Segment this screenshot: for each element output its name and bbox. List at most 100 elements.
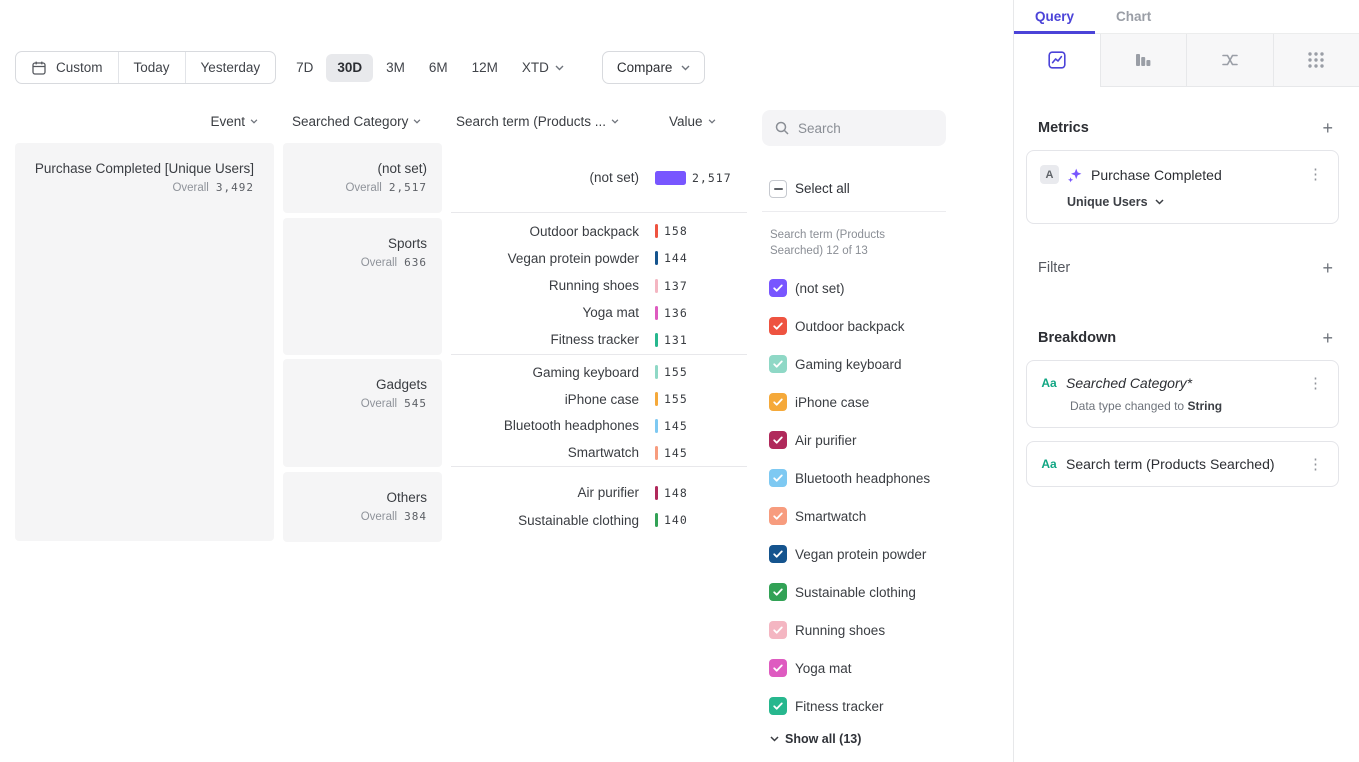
list-item[interactable]: Sustainable clothing	[762, 573, 930, 611]
search-box[interactable]	[762, 110, 946, 146]
checkbox-checked[interactable]	[769, 279, 787, 297]
term-header-label: Search term (Products ...	[456, 114, 606, 129]
checkbox-indeterminate[interactable]	[769, 180, 787, 198]
select-all-row[interactable]: Select all	[762, 166, 946, 212]
tab-insights[interactable]	[1014, 34, 1100, 87]
value-bar[interactable]	[655, 306, 658, 320]
yesterday-button[interactable]: Yesterday	[185, 52, 276, 83]
table-row[interactable]: Bluetooth headphones 145	[451, 413, 747, 440]
list-item[interactable]: Smartwatch	[762, 497, 930, 535]
table-row[interactable]: Yoga mat 136	[451, 299, 747, 326]
counting-method-select[interactable]: Unique Users	[1067, 195, 1164, 209]
table-row[interactable]: Smartwatch 145	[451, 439, 747, 466]
value-bar[interactable]	[655, 251, 658, 265]
range-30d-button[interactable]: 30D	[326, 54, 373, 82]
category-cell-sports[interactable]: Sports Overall636	[283, 218, 442, 355]
value-bar[interactable]	[655, 419, 658, 433]
checkbox-checked[interactable]	[769, 469, 787, 487]
list-item[interactable]: Yoga mat	[762, 649, 930, 687]
add-filter-button[interactable]: +	[1320, 259, 1335, 277]
compare-button[interactable]: Compare	[602, 51, 706, 84]
breakdown-card-search-term[interactable]: Aa Search term (Products Searched) ⋮	[1026, 441, 1339, 487]
table-body: Purchase Completed [Unique Users] Overal…	[15, 143, 747, 542]
value-header-label: Value	[669, 114, 703, 129]
list-item[interactable]: Vegan protein powder	[762, 535, 930, 573]
category-name: Others	[283, 489, 427, 507]
tab-chart[interactable]: Chart	[1095, 0, 1172, 33]
list-item-label: Smartwatch	[795, 509, 866, 524]
table-row[interactable]: iPhone case 155	[451, 386, 747, 413]
category-cell-others[interactable]: Others Overall384	[283, 472, 442, 542]
tab-funnels[interactable]	[1100, 34, 1187, 87]
show-all-button[interactable]: Show all (13)	[770, 732, 861, 746]
column-header-category[interactable]: Searched Category	[283, 110, 442, 132]
table-row[interactable]: Outdoor backpack 158	[451, 218, 747, 245]
list-item[interactable]: Running shoes	[762, 611, 930, 649]
value-bar[interactable]	[655, 333, 658, 347]
value-bar[interactable]	[655, 392, 658, 406]
value-bar[interactable]	[655, 446, 658, 460]
checkbox-checked[interactable]	[769, 355, 787, 373]
range-6m-button[interactable]: 6M	[418, 54, 459, 82]
checkbox-checked[interactable]	[769, 507, 787, 525]
tab-retention[interactable]	[1273, 34, 1359, 87]
breakdown-card-searched-category[interactable]: Aa Searched Category* ⋮ Data type change…	[1026, 360, 1339, 428]
category-cell-not-set[interactable]: (not set) Overall2,517	[283, 143, 442, 213]
insights-chart-icon	[1047, 50, 1067, 70]
table-row[interactable]: Air purifier 148	[451, 479, 747, 507]
checkbox-checked[interactable]	[769, 393, 787, 411]
value-bar[interactable]	[655, 513, 658, 527]
term-group-sports: Outdoor backpack 158 Vegan protein powde…	[451, 218, 747, 355]
table-row[interactable]: (not set) 2,517	[451, 164, 747, 192]
value-bar[interactable]	[655, 279, 658, 293]
more-options-icon[interactable]: ⋮	[1306, 167, 1325, 182]
table-row[interactable]: Sustainable clothing 140	[451, 507, 747, 535]
column-header-value[interactable]: Value	[669, 110, 716, 132]
column-header-event[interactable]: Event	[15, 110, 274, 132]
checkbox-checked[interactable]	[769, 697, 787, 715]
more-options-icon[interactable]: ⋮	[1306, 457, 1325, 472]
list-item[interactable]: Outdoor backpack	[762, 307, 930, 345]
list-item[interactable]: Air purifier	[762, 421, 930, 459]
table-row[interactable]: Gaming keyboard 155	[451, 359, 747, 386]
tab-flows[interactable]	[1186, 34, 1273, 87]
checkbox-checked[interactable]	[769, 659, 787, 677]
range-xtd-button[interactable]: XTD	[511, 54, 575, 82]
add-metric-button[interactable]: +	[1320, 119, 1335, 137]
custom-date-button[interactable]: Custom	[16, 52, 118, 83]
add-breakdown-button[interactable]: +	[1320, 329, 1335, 347]
metric-card[interactable]: A Purchase Completed ⋮ Unique Users	[1026, 150, 1339, 224]
checkbox-checked[interactable]	[769, 545, 787, 563]
list-item[interactable]: (not set)	[762, 269, 930, 307]
table-row[interactable]: Vegan protein powder 144	[451, 245, 747, 272]
table-row[interactable]: Fitness tracker 131	[451, 326, 747, 353]
checkbox-checked[interactable]	[769, 583, 787, 601]
value-bar[interactable]	[655, 171, 686, 185]
column-header-term[interactable]: Search term (Products ... Value	[451, 110, 747, 132]
event-cell[interactable]: Purchase Completed [Unique Users] Overal…	[15, 143, 274, 541]
checkbox-checked[interactable]	[769, 621, 787, 639]
range-12m-button[interactable]: 12M	[461, 54, 509, 82]
search-input[interactable]	[798, 121, 934, 136]
value-bar[interactable]	[655, 486, 658, 500]
value-bar[interactable]	[655, 224, 658, 238]
list-item[interactable]: Gaming keyboard	[762, 345, 930, 383]
list-item[interactable]: Fitness tracker	[762, 687, 930, 725]
range-3m-button[interactable]: 3M	[375, 54, 416, 82]
checkbox-checked[interactable]	[769, 317, 787, 335]
filter-title: Filter	[1038, 260, 1070, 276]
list-item[interactable]: Bluetooth headphones	[762, 459, 930, 497]
range-7d-button[interactable]: 7D	[285, 54, 324, 82]
value-bar[interactable]	[655, 365, 658, 379]
table-row[interactable]: Running shoes 137	[451, 272, 747, 299]
today-button[interactable]: Today	[118, 52, 185, 83]
term-label: Gaming keyboard	[451, 365, 639, 380]
overall-value: 3,492	[216, 181, 254, 194]
category-cell-gadgets[interactable]: Gadgets Overall545	[283, 359, 442, 467]
term-group-not-set: (not set) 2,517	[451, 143, 747, 213]
chevron-down-icon	[413, 119, 421, 124]
more-options-icon[interactable]: ⋮	[1306, 376, 1325, 391]
checkbox-checked[interactable]	[769, 431, 787, 449]
list-item[interactable]: iPhone case	[762, 383, 930, 421]
tab-query[interactable]: Query	[1014, 0, 1095, 33]
